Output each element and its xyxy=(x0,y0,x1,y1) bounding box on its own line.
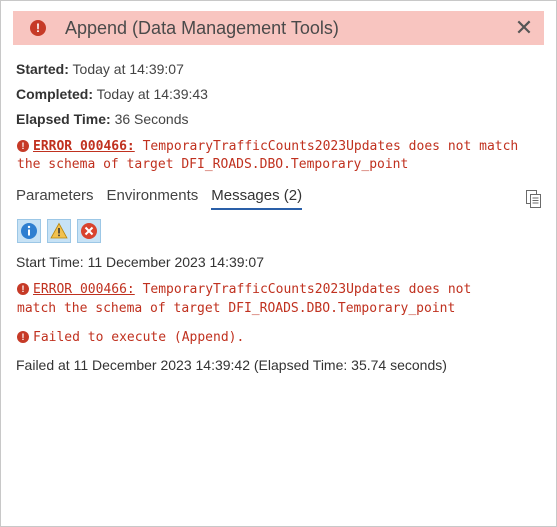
close-button[interactable]: ✕ xyxy=(510,15,538,41)
geoprocessing-message-pane: ! Append (Data Management Tools) ✕ Start… xyxy=(0,0,557,527)
message-failed-at: Failed at 11 December 2023 14:39:42 (Ela… xyxy=(16,357,447,373)
started-value: Today at 14:39:07 xyxy=(72,61,184,77)
message-error-text-1: TemporaryTrafficCounts2023Updates does n… xyxy=(134,282,472,297)
summary-error-code-link[interactable]: ERROR 000466: xyxy=(33,139,135,154)
copy-icon[interactable] xyxy=(524,189,544,209)
message-start-time: Start Time: 11 December 2023 14:39:07 xyxy=(16,254,264,270)
elapsed-label: Elapsed Time: xyxy=(16,111,111,127)
elapsed-row: Elapsed Time: 36 Seconds xyxy=(16,111,189,127)
message-failed-execute: ! Failed to execute (Append). xyxy=(17,329,244,347)
tab-messages[interactable]: Messages (2) xyxy=(211,187,303,210)
completed-label: Completed: xyxy=(16,86,93,102)
tab-bar: Parameters Environments Messages (2) xyxy=(16,187,315,210)
error-icon: ! xyxy=(17,283,29,295)
tab-environments[interactable]: Environments xyxy=(107,187,199,210)
elapsed-value: 36 Seconds xyxy=(114,111,189,127)
summary-error-text-1: TemporaryTrafficCounts2023Updates does n… xyxy=(134,139,519,154)
started-row: Started: Today at 14:39:07 xyxy=(16,61,184,77)
error-icon: ! xyxy=(17,140,29,152)
info-icon xyxy=(21,223,37,239)
error-filter-button[interactable] xyxy=(77,219,101,243)
completed-row: Completed: Today at 14:39:43 xyxy=(16,86,208,102)
tab-parameters[interactable]: Parameters xyxy=(16,187,94,210)
tool-title: Append (Data Management Tools) xyxy=(65,17,339,38)
warning-icon xyxy=(50,222,68,239)
message-error-code-link[interactable]: ERROR 000466: xyxy=(33,282,135,297)
error-icon: ! xyxy=(17,331,29,343)
summary-error-line-1: ! ERROR 000466: TemporaryTrafficCounts202… xyxy=(17,138,518,156)
summary-error-line-2: the schema of target DFI_ROADS.DBO.Tempo… xyxy=(17,157,409,172)
message-filter-bar xyxy=(17,219,107,243)
started-label: Started: xyxy=(16,61,69,77)
error-icon xyxy=(81,223,97,239)
message-error-line-2: match the schema of target DFI_ROADS.DBO… xyxy=(17,301,456,316)
warning-filter-button[interactable] xyxy=(47,219,71,243)
error-status-icon: ! xyxy=(30,20,46,36)
message-error-line-1: ! ERROR 000466: TemporaryTrafficCounts202… xyxy=(17,281,471,299)
completed-value: Today at 14:39:43 xyxy=(96,86,208,102)
message-failed-execute-text: Failed to execute (Append). xyxy=(33,330,245,345)
info-filter-button[interactable] xyxy=(17,219,41,243)
pane-header: ! Append (Data Management Tools) ✕ xyxy=(13,11,544,45)
